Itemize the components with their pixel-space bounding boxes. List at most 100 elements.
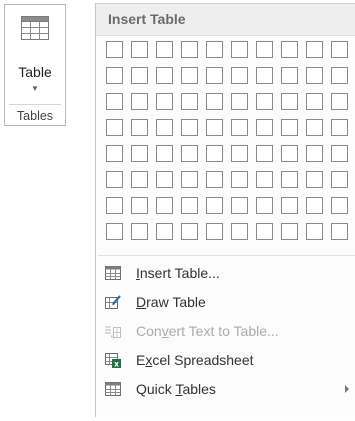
grid-cell[interactable] bbox=[306, 197, 323, 214]
grid-cell[interactable] bbox=[331, 119, 348, 136]
grid-cell[interactable] bbox=[181, 197, 198, 214]
grid-cell[interactable] bbox=[256, 67, 273, 84]
table-button[interactable]: Table ▼ bbox=[6, 6, 64, 104]
grid-cell[interactable] bbox=[281, 119, 298, 136]
grid-cell[interactable] bbox=[106, 67, 123, 84]
grid-cell[interactable] bbox=[231, 67, 248, 84]
grid-cell[interactable] bbox=[256, 223, 273, 240]
grid-cell[interactable] bbox=[131, 223, 148, 240]
grid-cell[interactable] bbox=[131, 93, 148, 110]
grid-cell[interactable] bbox=[206, 145, 223, 162]
grid-cell[interactable] bbox=[106, 197, 123, 214]
grid-cell[interactable] bbox=[231, 223, 248, 240]
grid-cell[interactable] bbox=[106, 145, 123, 162]
grid-cell[interactable] bbox=[206, 171, 223, 188]
menu-divider bbox=[98, 255, 355, 256]
grid-cell[interactable] bbox=[206, 67, 223, 84]
grid-cell[interactable] bbox=[106, 41, 123, 58]
menu-item-label: Draw Table bbox=[136, 294, 206, 310]
chevron-down-icon: ▼ bbox=[31, 84, 39, 93]
grid-cell[interactable] bbox=[156, 119, 173, 136]
grid-cell[interactable] bbox=[256, 145, 273, 162]
grid-cell[interactable] bbox=[306, 171, 323, 188]
grid-cell[interactable] bbox=[331, 145, 348, 162]
grid-cell[interactable] bbox=[181, 223, 198, 240]
grid-cell[interactable] bbox=[331, 197, 348, 214]
grid-cell[interactable] bbox=[156, 223, 173, 240]
draw-table-item[interactable]: Draw Table bbox=[96, 288, 355, 316]
grid-cell[interactable] bbox=[306, 93, 323, 110]
grid-cell[interactable] bbox=[106, 171, 123, 188]
menu-item-label: Quick Tables bbox=[136, 381, 216, 397]
grid-cell[interactable] bbox=[306, 41, 323, 58]
grid-cell[interactable] bbox=[156, 171, 173, 188]
draw-table-icon bbox=[104, 294, 122, 310]
grid-cell[interactable] bbox=[306, 223, 323, 240]
grid-cell[interactable] bbox=[256, 41, 273, 58]
insert-table-dropdown: Insert Table Insert Table... Draw Table Co… bbox=[95, 3, 355, 417]
insert-table-item[interactable]: Insert Table... bbox=[96, 259, 355, 287]
grid-cell[interactable] bbox=[281, 197, 298, 214]
grid-cell[interactable] bbox=[331, 41, 348, 58]
grid-cell[interactable] bbox=[206, 119, 223, 136]
grid-cell[interactable] bbox=[206, 41, 223, 58]
grid-cell[interactable] bbox=[181, 41, 198, 58]
grid-cell[interactable] bbox=[181, 67, 198, 84]
grid-cell[interactable] bbox=[306, 145, 323, 162]
grid-cell[interactable] bbox=[231, 197, 248, 214]
menu-item-label: Excel Spreadsheet bbox=[136, 352, 254, 368]
grid-cell[interactable] bbox=[206, 197, 223, 214]
grid-cell[interactable] bbox=[231, 41, 248, 58]
grid-cell[interactable] bbox=[331, 171, 348, 188]
grid-cell[interactable] bbox=[256, 119, 273, 136]
grid-cell[interactable] bbox=[281, 41, 298, 58]
grid-cell[interactable] bbox=[131, 41, 148, 58]
grid-cell[interactable] bbox=[106, 223, 123, 240]
grid-cell[interactable] bbox=[281, 145, 298, 162]
grid-cell[interactable] bbox=[156, 67, 173, 84]
grid-cell[interactable] bbox=[131, 119, 148, 136]
grid-cell[interactable] bbox=[281, 93, 298, 110]
grid-cell[interactable] bbox=[256, 171, 273, 188]
grid-cell[interactable] bbox=[131, 197, 148, 214]
grid-cell[interactable] bbox=[131, 171, 148, 188]
grid-cell[interactable] bbox=[156, 41, 173, 58]
group-divider bbox=[9, 104, 61, 105]
grid-cell[interactable] bbox=[231, 119, 248, 136]
grid-cell[interactable] bbox=[281, 171, 298, 188]
quick-tables-icon bbox=[104, 381, 122, 397]
grid-cell[interactable] bbox=[306, 67, 323, 84]
grid-cell[interactable] bbox=[231, 171, 248, 188]
grid-cell[interactable] bbox=[106, 119, 123, 136]
table-size-grid[interactable] bbox=[106, 41, 355, 251]
grid-cell[interactable] bbox=[231, 145, 248, 162]
quick-tables-item[interactable]: Quick Tables bbox=[96, 375, 355, 403]
grid-cell[interactable] bbox=[131, 67, 148, 84]
grid-cell[interactable] bbox=[331, 67, 348, 84]
grid-cell[interactable] bbox=[106, 93, 123, 110]
grid-cell[interactable] bbox=[231, 93, 248, 110]
grid-cell[interactable] bbox=[181, 119, 198, 136]
grid-cell[interactable] bbox=[331, 223, 348, 240]
menu-item-label: Insert Table... bbox=[136, 265, 220, 281]
convert-text-icon bbox=[104, 323, 122, 339]
grid-cell[interactable] bbox=[206, 223, 223, 240]
grid-cell[interactable] bbox=[331, 93, 348, 110]
grid-cell[interactable] bbox=[306, 119, 323, 136]
grid-cell[interactable] bbox=[131, 145, 148, 162]
grid-cell[interactable] bbox=[156, 197, 173, 214]
grid-cell[interactable] bbox=[181, 171, 198, 188]
tables-ribbon-group: Table ▼ Tables bbox=[4, 4, 66, 126]
grid-cell[interactable] bbox=[156, 93, 173, 110]
grid-cell[interactable] bbox=[181, 145, 198, 162]
grid-cell[interactable] bbox=[256, 197, 273, 214]
group-label: Tables bbox=[16, 109, 54, 123]
grid-cell[interactable] bbox=[206, 93, 223, 110]
grid-cell[interactable] bbox=[256, 93, 273, 110]
grid-cell[interactable] bbox=[156, 145, 173, 162]
menu-header: Insert Table bbox=[96, 4, 355, 36]
grid-cell[interactable] bbox=[181, 93, 198, 110]
grid-cell[interactable] bbox=[281, 67, 298, 84]
grid-cell[interactable] bbox=[281, 223, 298, 240]
excel-spreadsheet-item[interactable]: x Excel Spreadsheet bbox=[96, 346, 355, 374]
